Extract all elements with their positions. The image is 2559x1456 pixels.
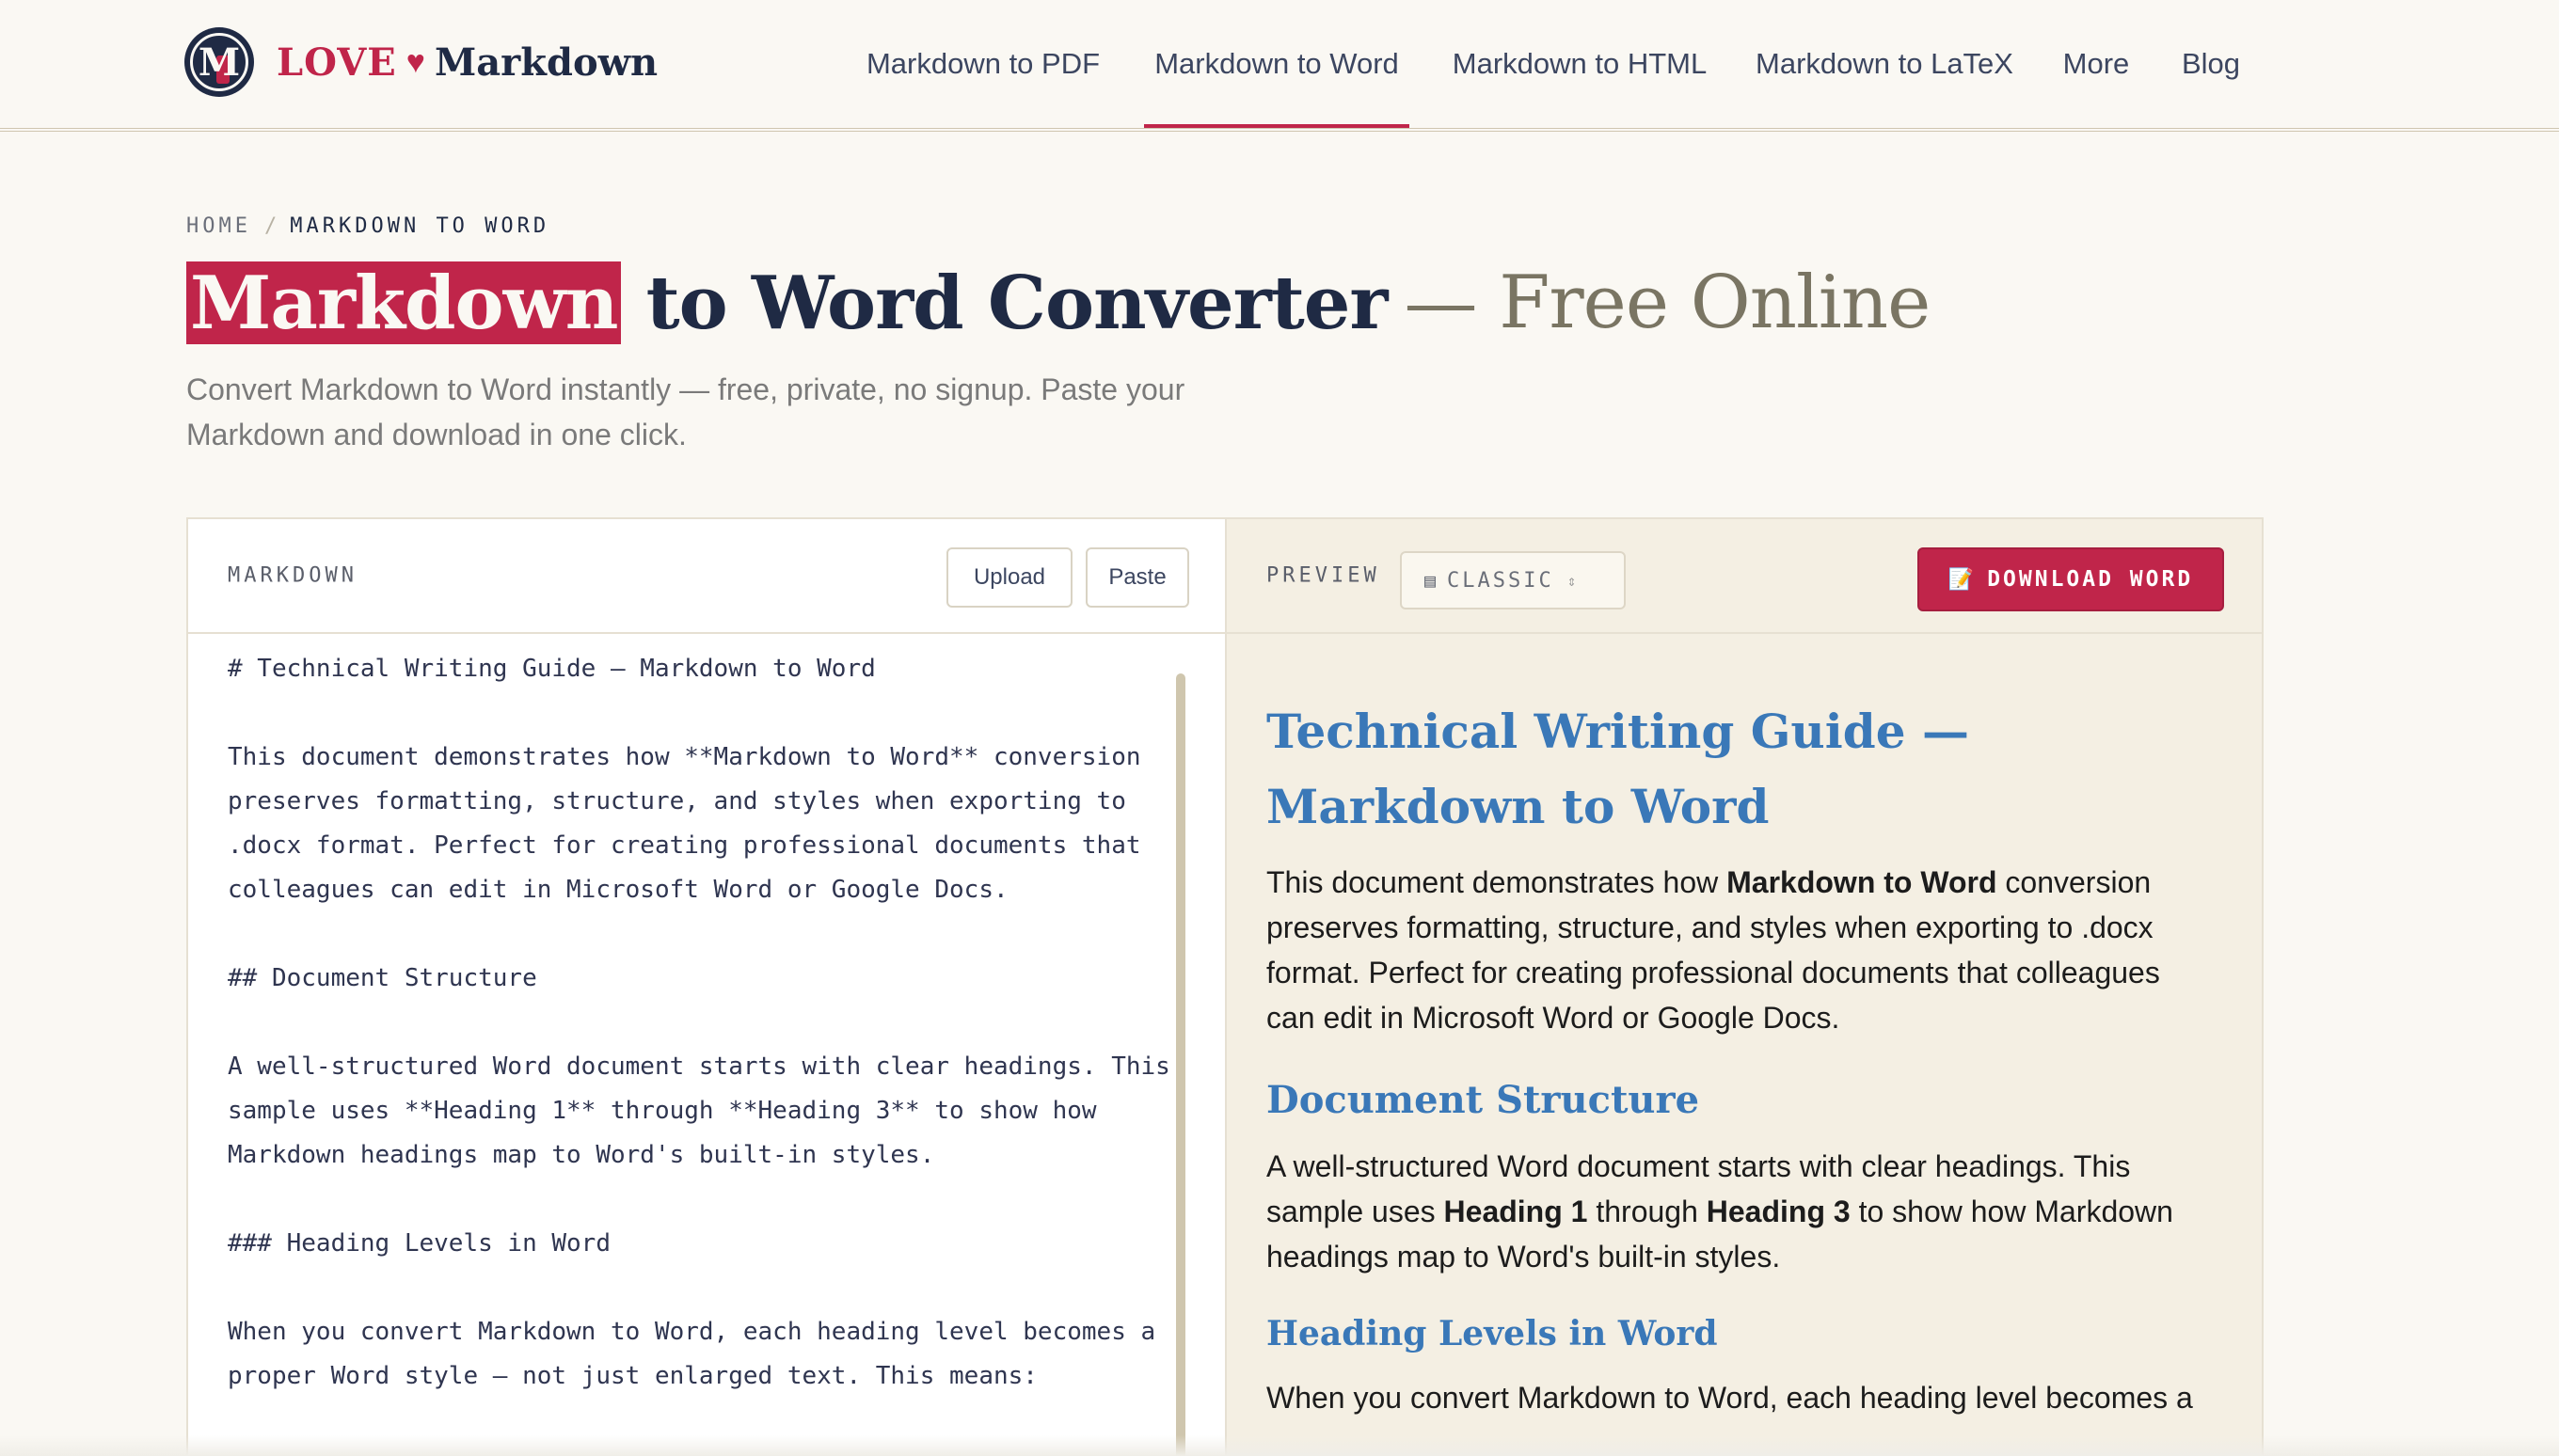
logo-markdown-text: Markdown (434, 40, 659, 85)
preview-panel-label: PREVIEW (1266, 563, 1380, 588)
preview-panel-header: PREVIEW ▤ CLASSIC ⇕ 📝 DOWNLOAD WORD (1227, 519, 2262, 634)
preview-heading-1: Technical Writing Guide — Markdown to Wo… (1266, 707, 1969, 834)
p2-text-c: through (1587, 1195, 1707, 1228)
preview-paragraph-3: When you convert Markdown to Word, each … (1266, 1381, 2193, 1415)
title-tail: — Free Online (1404, 261, 1931, 345)
p2-bold-2: Heading 3 (1706, 1195, 1851, 1228)
updown-chevron-icon: ⇕ (1566, 571, 1577, 590)
breadcrumb: HOME / MARKDOWN TO WORD (186, 214, 549, 238)
nav-blog[interactable]: Blog (2173, 0, 2249, 128)
p1-text-a: This document demonstrates how (1266, 865, 1727, 899)
editor-scrollbar[interactable] (1176, 673, 1185, 1456)
site-header: M LOVE ♥ Markdown Markdown to PDF Markdo… (0, 0, 2559, 132)
preview-paragraph-2: A well-structured Word document starts w… (1266, 1144, 2217, 1279)
breadcrumb-home[interactable]: HOME (186, 214, 251, 238)
nav-markdown-to-word[interactable]: Markdown to Word (1144, 0, 1409, 128)
preview-panel: PREVIEW ▤ CLASSIC ⇕ 📝 DOWNLOAD WORD Tech… (1225, 517, 2264, 1456)
nav-markdown-to-html[interactable]: Markdown to HTML (1447, 0, 1712, 128)
preview-heading-2: Document Structure (1266, 1078, 1700, 1122)
preview-content: Technical Writing Guide — Markdown to Wo… (1266, 707, 2217, 1456)
logo-letter: M (198, 40, 241, 85)
style-select-value: CLASSIC (1447, 568, 1554, 593)
layout-icon: ▤ (1424, 569, 1437, 592)
page-title: Markdown to Word Converter — Free Online (186, 256, 1931, 350)
p1-bold: Markdown to Word (1726, 865, 1997, 899)
markdown-editor[interactable]: # Technical Writing Guide — Markdown to … (228, 647, 1178, 1456)
markdown-panel-label: MARKDOWN (228, 563, 358, 588)
markdown-panel: MARKDOWN Upload Paste # Technical Writin… (186, 517, 1225, 1456)
breadcrumb-separator: / (263, 214, 278, 238)
nav-markdown-to-latex[interactable]: Markdown to LaTeX (1752, 0, 2017, 128)
nav-more[interactable]: More (2055, 0, 2138, 128)
title-highlight: Markdown (186, 261, 622, 346)
heart-icon: ♥ (405, 43, 425, 80)
site-logo[interactable]: M LOVE ♥ Markdown (184, 26, 658, 98)
preview-heading-3: Heading Levels in Word (1266, 1314, 1718, 1353)
upload-button[interactable]: Upload (946, 547, 1073, 608)
title-main: to Word Converter (621, 260, 1389, 346)
download-word-button[interactable]: 📝 DOWNLOAD WORD (1917, 547, 2224, 611)
page-subtitle: Convert Markdown to Word instantly — fre… (186, 372, 1185, 451)
nav-markdown-to-pdf[interactable]: Markdown to PDF (858, 0, 1108, 128)
memo-icon: 📝 (1947, 567, 1975, 592)
logo-badge-icon: M (184, 27, 254, 97)
logo-love-text: LOVE (277, 40, 397, 85)
preview-paragraph-1: This document demonstrates how Markdown … (1266, 860, 2217, 1040)
style-select[interactable]: ▤ CLASSIC ⇕ (1400, 551, 1626, 609)
breadcrumb-current: MARKDOWN TO WORD (290, 214, 550, 238)
bottom-fade (0, 1435, 2559, 1456)
markdown-panel-header: MARKDOWN Upload Paste (188, 519, 1225, 634)
paste-button[interactable]: Paste (1086, 547, 1189, 608)
download-word-label: DOWNLOAD WORD (1987, 567, 2194, 592)
p2-bold-1: Heading 1 (1443, 1195, 1588, 1228)
